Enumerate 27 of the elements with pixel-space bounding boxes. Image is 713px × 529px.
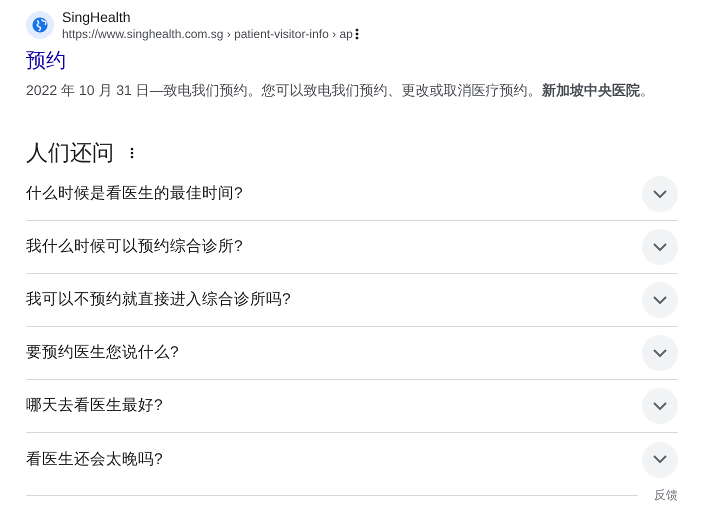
chevron-down-icon xyxy=(653,455,667,464)
chevron-down-icon xyxy=(653,402,667,410)
question-text[interactable]: 什么时候是看医生的最佳时间? xyxy=(26,182,243,206)
globe-icon xyxy=(31,16,49,34)
question-text[interactable]: 哪天去看医生最好? xyxy=(26,394,163,418)
question-text[interactable]: 我可以不预约就直接进入综合诊所吗? xyxy=(26,288,291,312)
result-snippet: 2022 年 10 月 31 日—致电我们预约。您可以致电我们预约、更改或取消医疗预约。新加坡中央医院。 xyxy=(26,81,655,100)
expand-button[interactable] xyxy=(642,282,678,318)
expand-button[interactable] xyxy=(642,442,678,478)
expand-button[interactable] xyxy=(642,335,678,371)
expand-button[interactable] xyxy=(642,229,678,265)
result-title-link[interactable]: 预约 xyxy=(26,48,66,74)
question-text[interactable]: 我什么时候可以预约综合诊所? xyxy=(26,235,243,259)
feedback-link[interactable]: 反馈 xyxy=(654,486,678,504)
more-icon[interactable] xyxy=(130,147,134,159)
question-text[interactable]: 看医生还会太晚吗? xyxy=(26,448,163,472)
chevron-down-icon xyxy=(653,348,667,358)
question-text[interactable]: 要预约医生您说什么? xyxy=(26,341,179,365)
expand-button[interactable] xyxy=(642,388,678,424)
section-heading: 人们还问 xyxy=(26,139,114,167)
site-name: SingHealth xyxy=(62,8,132,26)
site-url: https://www.singhealth.com.sg › patient-visitor-info › ap xyxy=(62,26,353,42)
chevron-down-icon xyxy=(653,242,667,252)
chevron-down-icon xyxy=(653,296,667,304)
expand-button[interactable] xyxy=(642,176,678,212)
more-icon[interactable] xyxy=(354,28,359,40)
chevron-down-icon xyxy=(653,190,667,198)
